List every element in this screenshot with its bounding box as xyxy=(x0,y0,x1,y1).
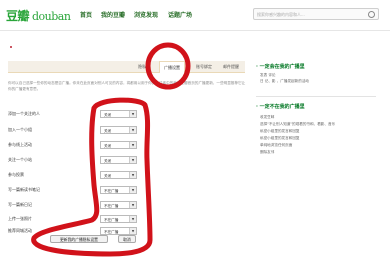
chevron-down-icon: ▼ xyxy=(129,172,136,178)
setting-value: 关闭 xyxy=(104,113,112,117)
sidebar-never-line: 私密小组里的发言和回复 xyxy=(260,129,300,133)
search-icon[interactable] xyxy=(368,11,375,18)
broadcast-intro-text: 你可以自己选择一些你的动态是否广播。你未在此页面对别人可见的内容，将都用以用于你… xyxy=(8,81,246,91)
cancel-button[interactable]: 取消 xyxy=(118,235,136,243)
settings-tabs: 隐私 广播设置 账号绑定 邮件提醒 xyxy=(8,61,245,73)
setting-label: 关注一个小站 xyxy=(8,157,32,162)
setting-value: 关闭 xyxy=(104,159,112,163)
setting-value: 不在广播 xyxy=(104,218,119,222)
search-placeholder: 搜索你感兴趣的内容和人... xyxy=(257,12,305,17)
chevron-down-icon: ▼ xyxy=(129,216,136,222)
logo-en: douban xyxy=(32,10,71,23)
tab-account-binding[interactable]: 账号绑定 xyxy=(196,64,212,70)
decorative-dot xyxy=(10,46,12,48)
nav-my-douban[interactable]: 我的豆瓣 xyxy=(101,10,125,19)
tab-broadcast-settings[interactable]: 广播设置 xyxy=(159,61,185,73)
sidebar-divider xyxy=(256,96,376,97)
setting-select[interactable]: 关闭 ▼ xyxy=(100,171,137,179)
sidebar-never-line: 单纯地浏览任何页面 xyxy=(260,143,293,147)
tab-email-reminder[interactable]: 邮件提醒 xyxy=(223,64,239,70)
setting-label: 参与投票 xyxy=(8,172,24,177)
chevron-down-icon: ▼ xyxy=(129,228,136,234)
douban-logo[interactable]: 豆瓣 douban xyxy=(6,7,71,24)
setting-label: 添加一个关注的人 xyxy=(8,111,40,116)
setting-select[interactable]: 不在广播 ▼ xyxy=(100,215,137,223)
sidebar-always-line: 日 记、影 ，广播发起新的活动 xyxy=(260,79,310,83)
setting-select[interactable]: 关闭 ▼ xyxy=(100,110,137,118)
setting-value: 不在广播 xyxy=(104,189,119,193)
setting-select[interactable]: 不在广播 ▼ xyxy=(100,227,137,235)
save-broadcast-settings-button[interactable]: 更新我的广播隐私设置 xyxy=(50,235,108,243)
setting-value: 关闭 xyxy=(104,144,112,148)
nav-home[interactable]: 首页 xyxy=(80,10,92,19)
chevron-down-icon: ▼ xyxy=(129,202,136,208)
setting-label: 写一篇新日记 xyxy=(8,202,32,207)
sidebar-never-line: 删除友邻 xyxy=(260,150,275,154)
tab-privacy[interactable]: 隐私 xyxy=(138,64,146,70)
setting-label: 写一篇新读书笔记 xyxy=(8,187,40,192)
setting-value: 不在广播 xyxy=(104,204,119,208)
sidebar-always-title: · 一定会在我的广播里 xyxy=(256,64,305,70)
setting-value: 关闭 xyxy=(104,174,112,178)
chevron-down-icon: ▼ xyxy=(129,111,136,117)
setting-select[interactable]: 关闭 ▼ xyxy=(100,141,137,149)
top-navbar: 豆瓣 douban 首页 我的豆瓣 浏览发现 话题广场 搜索你感兴趣的内容和人..… xyxy=(0,0,390,31)
sidebar-never-line: 收发豆邮 xyxy=(260,115,275,119)
setting-label: 加入一个小组 xyxy=(8,127,32,132)
setting-value: 不在广播 xyxy=(104,230,119,234)
setting-label: 参与线上活动 xyxy=(8,142,32,147)
sidebar-never-line: 选择"不让别人知道"的观看的书和、看影、音乐 xyxy=(260,122,336,126)
nav-topics[interactable]: 话题广场 xyxy=(168,10,192,19)
sidebar-never-line: 私密小组里的发言和回复 xyxy=(260,136,300,140)
logo-cn: 豆瓣 xyxy=(6,9,30,23)
sidebar-never-title: · 一定不在我的广播里 xyxy=(256,104,305,110)
chevron-down-icon: ▼ xyxy=(129,127,136,133)
setting-select[interactable]: 不在广播 ▼ xyxy=(100,201,137,209)
setting-select[interactable]: 关闭 ▼ xyxy=(100,156,137,164)
setting-select[interactable]: 关闭 ▼ xyxy=(100,126,137,134)
red-annotation-marks xyxy=(31,42,191,257)
setting-value: 关闭 xyxy=(104,129,112,133)
setting-select[interactable]: 不在广播 ▼ xyxy=(100,186,137,194)
setting-label: 上传一张照片 xyxy=(8,216,32,221)
nav-explore[interactable]: 浏览发现 xyxy=(134,10,158,19)
chevron-down-icon: ▼ xyxy=(129,157,136,163)
chevron-down-icon: ▼ xyxy=(129,142,136,148)
setting-label: 推荐同城活动 xyxy=(8,228,32,233)
chevron-down-icon: ▼ xyxy=(129,187,136,193)
search-input[interactable]: 搜索你感兴趣的内容和人... xyxy=(253,8,379,20)
